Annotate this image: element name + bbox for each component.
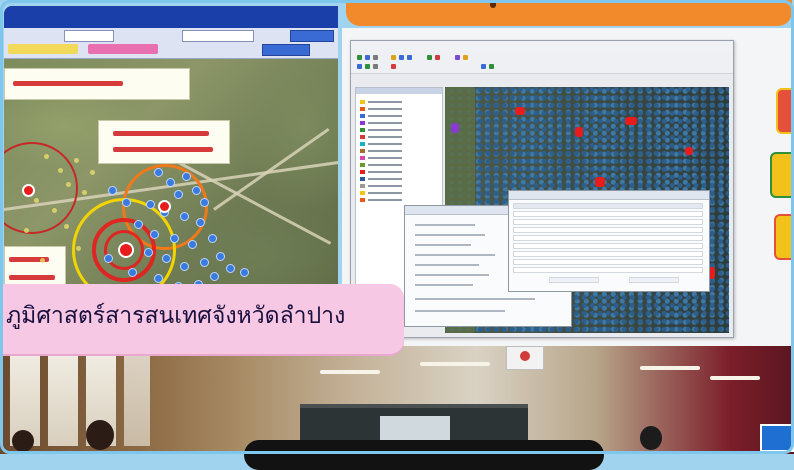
pan-icon[interactable] xyxy=(391,55,396,60)
map-field-location[interactable] xyxy=(182,30,254,42)
map-legend-chip-2[interactable] xyxy=(88,44,158,54)
print-icon[interactable] xyxy=(489,64,494,69)
map-legend-chip-1[interactable] xyxy=(8,44,78,54)
add-layer-icon[interactable] xyxy=(427,55,432,60)
remove-layer-icon[interactable] xyxy=(435,55,440,60)
table-header xyxy=(513,203,703,209)
map-clear-button[interactable] xyxy=(262,44,310,56)
window xyxy=(48,346,78,446)
ceiling-light xyxy=(420,362,490,366)
table-row[interactable] xyxy=(513,227,703,233)
classroom-photo xyxy=(0,346,794,454)
delete-icon[interactable] xyxy=(391,64,396,69)
table-row[interactable] xyxy=(513,211,703,217)
blue-sign xyxy=(760,424,794,452)
slide-card-map xyxy=(770,152,794,198)
map-label-risk-zone xyxy=(98,120,230,164)
map-label-distance-100m xyxy=(4,68,190,100)
edit-icon[interactable] xyxy=(365,64,370,69)
slide-header-bar xyxy=(346,0,792,26)
table-row[interactable] xyxy=(513,259,703,265)
map-window-titlebar xyxy=(4,6,338,28)
table-row[interactable] xyxy=(513,219,703,225)
ceiling-light xyxy=(320,370,380,374)
attribute-table-icon[interactable] xyxy=(373,64,378,69)
save-icon[interactable] xyxy=(373,55,378,60)
slide-card-yellow xyxy=(774,214,794,260)
zoom-out-icon[interactable] xyxy=(407,55,412,60)
attendee xyxy=(640,426,662,450)
map-search-button[interactable] xyxy=(290,30,334,42)
new-project-icon[interactable] xyxy=(357,55,362,60)
map-toolbar xyxy=(4,28,338,59)
select-icon[interactable] xyxy=(357,64,362,69)
slide-header-mark xyxy=(490,0,496,8)
slide-card-red xyxy=(776,88,794,134)
table-row[interactable] xyxy=(513,251,703,257)
dialog-button[interactable] xyxy=(629,277,679,283)
table-row[interactable] xyxy=(513,235,703,241)
title-banner: ภูมิศาสตร์สารสนเทศจังหวัดลำปาง xyxy=(0,284,404,354)
ceiling-light xyxy=(640,366,700,370)
red-pin-icon[interactable] xyxy=(22,184,35,197)
caption-bar xyxy=(244,440,604,470)
measure-icon[interactable] xyxy=(463,55,468,60)
map-canvas[interactable] xyxy=(4,58,338,306)
window xyxy=(124,346,150,446)
table-sign xyxy=(506,346,544,370)
risk-map-panel xyxy=(4,6,338,306)
ceiling-light xyxy=(710,376,760,380)
dialog-titlebar xyxy=(509,191,709,200)
gis-toolbar xyxy=(351,51,733,74)
refresh-icon[interactable] xyxy=(481,64,486,69)
attribute-table-dialog[interactable] xyxy=(508,190,710,292)
dialog-button[interactable] xyxy=(549,277,599,283)
open-icon[interactable] xyxy=(365,55,370,60)
identify-icon[interactable] xyxy=(455,55,460,60)
buffer-ring-left xyxy=(4,142,78,234)
layers-panel-header xyxy=(356,88,442,94)
table-row[interactable] xyxy=(513,243,703,249)
attendee xyxy=(12,430,34,452)
red-pin-icon[interactable] xyxy=(118,242,134,258)
map-field-distance[interactable] xyxy=(64,30,114,42)
map-road xyxy=(213,127,330,211)
attendee xyxy=(86,420,114,450)
banner-title: ภูมิศาสตร์สารสนเทศจังหวัดลำปาง xyxy=(6,303,346,329)
zoom-in-icon[interactable] xyxy=(399,55,404,60)
red-pin-icon[interactable] xyxy=(158,200,171,213)
table-row[interactable] xyxy=(513,267,703,273)
